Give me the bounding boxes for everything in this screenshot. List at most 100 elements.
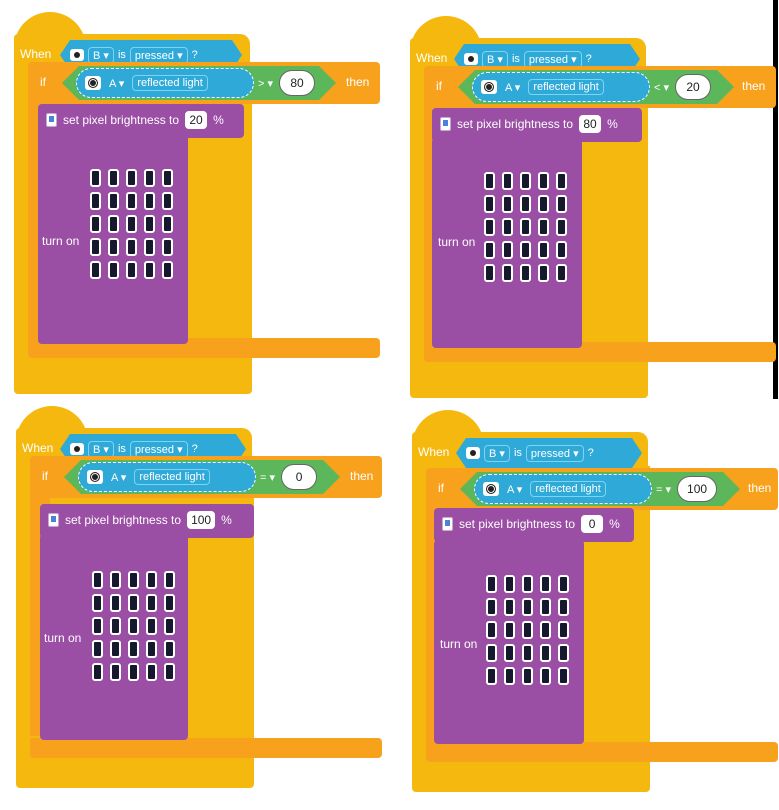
pixel[interactable]	[486, 598, 497, 616]
pixel[interactable]	[522, 667, 533, 685]
pixel[interactable]	[540, 621, 551, 639]
pixel[interactable]	[486, 621, 497, 639]
pixel[interactable]	[92, 617, 103, 635]
pixel[interactable]	[538, 218, 549, 236]
pixel[interactable]	[556, 241, 567, 259]
pixel[interactable]	[520, 172, 531, 190]
pixel[interactable]	[558, 644, 569, 662]
pixel[interactable]	[522, 598, 533, 616]
pixel[interactable]	[90, 238, 101, 256]
pixel[interactable]	[556, 218, 567, 236]
pixel[interactable]	[128, 594, 139, 612]
pixel[interactable]	[90, 261, 101, 279]
pixel[interactable]	[484, 241, 495, 259]
operator-dropdown[interactable]: = ▾	[260, 471, 275, 484]
pixel[interactable]	[92, 571, 103, 589]
set-brightness-block[interactable]: set pixel brightness to 80 %	[432, 108, 642, 142]
comparison-condition[interactable]: A ▾ reflected light = ▾ 100	[460, 472, 740, 506]
pixel[interactable]	[128, 571, 139, 589]
pixel[interactable]	[504, 575, 515, 593]
pixel[interactable]	[484, 172, 495, 190]
threshold-input[interactable]: 20	[675, 74, 711, 100]
pixel[interactable]	[90, 215, 101, 233]
pixel[interactable]	[144, 169, 155, 187]
pixel[interactable]	[92, 640, 103, 658]
pixel[interactable]	[108, 192, 119, 210]
pixel[interactable]	[144, 192, 155, 210]
pixel[interactable]	[504, 621, 515, 639]
pixel[interactable]	[520, 264, 531, 282]
pixel[interactable]	[484, 218, 495, 236]
operator-dropdown[interactable]: < ▾	[654, 81, 669, 94]
pixel[interactable]	[108, 238, 119, 256]
pixel-grid[interactable]	[486, 575, 571, 687]
pixel[interactable]	[164, 594, 175, 612]
pixel[interactable]	[538, 172, 549, 190]
set-brightness-block[interactable]: set pixel brightness to 0 %	[434, 508, 634, 542]
pixel[interactable]	[162, 261, 173, 279]
state-dropdown[interactable]: pressed ▾	[524, 51, 582, 68]
pixel-grid[interactable]	[92, 571, 177, 683]
operator-dropdown[interactable]: > ▾	[258, 77, 273, 90]
comparison-condition[interactable]: A ▾ reflected light < ▾ 20	[458, 70, 734, 104]
pixel[interactable]	[520, 241, 531, 259]
pixel[interactable]	[128, 663, 139, 681]
pixel[interactable]	[484, 195, 495, 213]
pixel[interactable]	[164, 617, 175, 635]
pixel[interactable]	[484, 264, 495, 282]
pixel[interactable]	[558, 667, 569, 685]
pixel[interactable]	[486, 667, 497, 685]
pixel[interactable]	[126, 215, 137, 233]
if-block[interactable]: if A ▾ reflected light > ▾ 80 then	[28, 62, 380, 104]
pixel[interactable]	[538, 241, 549, 259]
pixel[interactable]	[502, 195, 513, 213]
threshold-input[interactable]: 100	[677, 476, 717, 502]
button-dropdown[interactable]: B ▾	[88, 47, 114, 64]
pixel[interactable]	[92, 663, 103, 681]
comparison-condition[interactable]: A ▾ reflected light = ▾ 0	[64, 460, 340, 494]
pixel[interactable]	[520, 195, 531, 213]
comparison-condition[interactable]: A ▾ reflected light > ▾ 80	[62, 66, 336, 100]
button-dropdown[interactable]: B ▾	[88, 441, 114, 458]
turn-on-block[interactable]: turn on	[432, 138, 582, 348]
pixel[interactable]	[522, 621, 533, 639]
pixel[interactable]	[522, 644, 533, 662]
pixel[interactable]	[144, 238, 155, 256]
pixel[interactable]	[110, 640, 121, 658]
pixel[interactable]	[110, 617, 121, 635]
pixel[interactable]	[144, 215, 155, 233]
pixel[interactable]	[502, 172, 513, 190]
port-dropdown[interactable]: A ▾	[501, 81, 524, 94]
pixel[interactable]	[486, 575, 497, 593]
pixel[interactable]	[126, 261, 137, 279]
pixel[interactable]	[162, 215, 173, 233]
pixel[interactable]	[162, 169, 173, 187]
brightness-input[interactable]: 80	[579, 115, 602, 133]
reflected-light-reporter[interactable]: A ▾ reflected light	[78, 462, 256, 492]
pixel[interactable]	[502, 264, 513, 282]
pixel[interactable]	[502, 241, 513, 259]
operator-dropdown[interactable]: = ▾	[656, 483, 671, 496]
button-event-hex[interactable]: B ▾ is pressed ▾ ?	[456, 438, 642, 468]
pixel[interactable]	[146, 663, 157, 681]
pixel[interactable]	[540, 644, 551, 662]
pixel[interactable]	[92, 594, 103, 612]
pixel[interactable]	[504, 598, 515, 616]
pixel-grid[interactable]	[90, 169, 175, 281]
pixel[interactable]	[558, 598, 569, 616]
state-dropdown[interactable]: pressed ▾	[130, 441, 188, 458]
pixel[interactable]	[556, 172, 567, 190]
pixel[interactable]	[486, 644, 497, 662]
pixel[interactable]	[540, 598, 551, 616]
pixel[interactable]	[540, 667, 551, 685]
pixel[interactable]	[162, 238, 173, 256]
pixel[interactable]	[146, 571, 157, 589]
reflected-light-reporter[interactable]: A ▾ reflected light	[76, 68, 254, 98]
pixel[interactable]	[558, 621, 569, 639]
pixel[interactable]	[110, 663, 121, 681]
pixel[interactable]	[108, 169, 119, 187]
brightness-input[interactable]: 0	[581, 515, 604, 533]
turn-on-block[interactable]: turn on	[40, 534, 188, 740]
pixel[interactable]	[126, 192, 137, 210]
button-dropdown[interactable]: B ▾	[482, 51, 508, 68]
